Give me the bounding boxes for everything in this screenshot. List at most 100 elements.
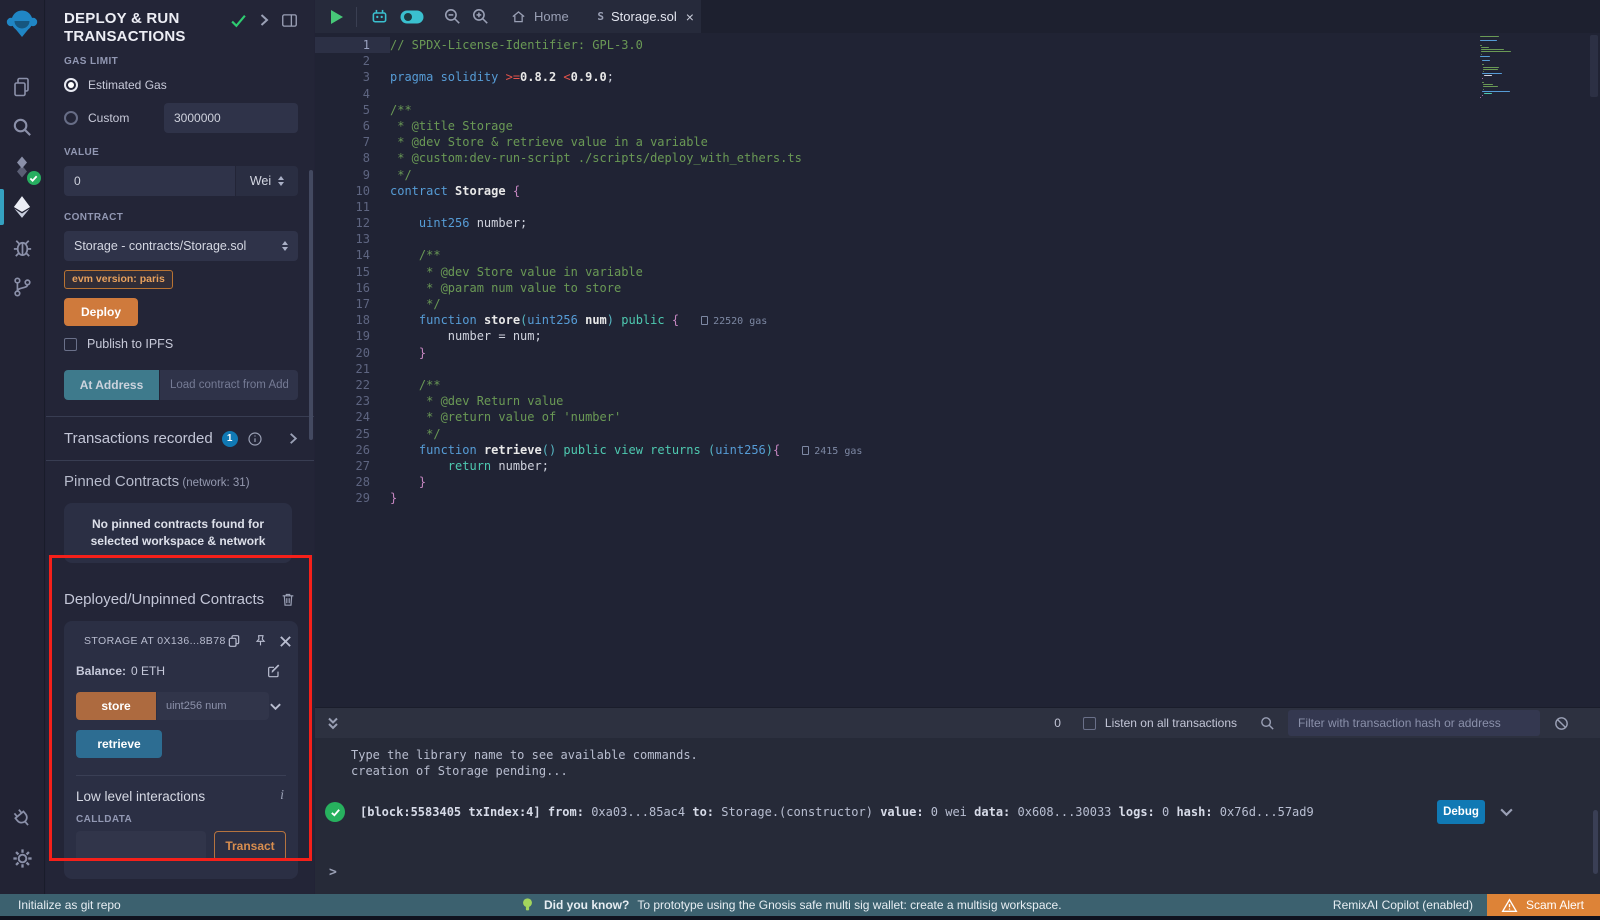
value-label: VALUE [64, 147, 298, 158]
code-line[interactable]: // SPDX-License-Identifier: GPL-3.0 [390, 37, 1600, 53]
sidebar-item-debugger[interactable] [0, 227, 45, 267]
at-address-input[interactable] [160, 370, 298, 400]
sidebar-item-git[interactable] [0, 267, 45, 307]
home-tab-button[interactable]: Home [510, 9, 569, 25]
at-address-button[interactable]: At Address [64, 370, 159, 400]
low-level-info-icon[interactable]: i [280, 788, 286, 804]
sidebar-item-deploy-run[interactable] [0, 187, 45, 227]
code-line[interactable] [390, 231, 1600, 247]
tx-expand-icon[interactable] [1499, 807, 1514, 817]
contract-select[interactable]: Storage - contracts/Storage.sol [64, 231, 298, 261]
estimated-gas-option[interactable]: Estimated Gas [64, 75, 298, 95]
editor-minimap[interactable] [1480, 36, 1536, 99]
code-line[interactable]: * @dev Store value in variable [390, 264, 1600, 280]
estimated-gas-radio[interactable] [64, 78, 78, 92]
code-line[interactable]: /** [390, 377, 1600, 393]
minimap-line [1481, 47, 1490, 48]
expand-terminal-icon[interactable] [325, 715, 341, 732]
code-line[interactable]: * @dev Return value [390, 393, 1600, 409]
terminal-prompt[interactable]: > [329, 865, 337, 880]
transactions-recorded-row[interactable]: Transactions recorded 1 [46, 417, 314, 460]
tab-close-icon[interactable]: × [686, 9, 694, 25]
calldata-input[interactable] [76, 831, 206, 861]
ai-copilot-robot-icon[interactable] [369, 6, 390, 27]
zoom-in-icon[interactable] [471, 7, 490, 26]
code-line[interactable]: contract Storage { [390, 183, 1600, 199]
run-script-play-button[interactable] [331, 10, 343, 24]
custom-gas-radio[interactable] [64, 111, 78, 125]
code-line[interactable]: * @custom:dev-run-script ./scripts/deplo… [390, 150, 1600, 166]
retrieve-function-button[interactable]: retrieve [76, 730, 162, 758]
sidebar-item-search[interactable] [0, 107, 45, 147]
code-line[interactable]: pragma solidity >=0.8.2 <0.9.0; [390, 69, 1600, 85]
copilot-toggle[interactable] [399, 8, 425, 26]
code-line[interactable]: return number; [390, 458, 1600, 474]
code-line[interactable]: uint256 number; [390, 215, 1600, 231]
clear-console-icon[interactable] [1553, 715, 1570, 732]
minimap-line [1482, 64, 1484, 65]
trash-icon[interactable] [280, 591, 296, 608]
copy-icon[interactable] [226, 633, 242, 649]
panel-scrollbar[interactable] [309, 170, 313, 440]
git-init-status[interactable]: Initialize as git repo [18, 898, 121, 912]
code-line[interactable]: /** [390, 247, 1600, 263]
code-lines[interactable]: // SPDX-License-Identifier: GPL-3.0 pragm… [390, 37, 1600, 707]
code-line[interactable] [390, 86, 1600, 102]
store-function-button[interactable]: store [76, 692, 156, 720]
code-line[interactable]: function store(uint256 num) public {2252… [390, 312, 1600, 328]
code-line[interactable] [390, 361, 1600, 377]
code-line[interactable]: * @title Storage [390, 118, 1600, 134]
code-line[interactable]: */ [390, 426, 1600, 442]
transaction-log-row[interactable]: [block:5583405 txIndex:4] from: 0xa03...… [315, 800, 1600, 824]
edit-icon[interactable] [266, 663, 282, 679]
code-line[interactable]: } [390, 490, 1600, 506]
value-input[interactable] [64, 166, 235, 196]
editor-scrollbar[interactable] [1590, 35, 1598, 97]
code-line[interactable]: */ [390, 296, 1600, 312]
minimap-line [1480, 40, 1497, 41]
calldata-label: CALLDATA [76, 814, 286, 825]
remix-logo-icon[interactable] [6, 8, 38, 45]
sidebar-item-file-explorer[interactable] [0, 67, 45, 107]
sidebar-item-settings[interactable] [0, 838, 45, 878]
code-line[interactable]: number = num; [390, 328, 1600, 344]
code-line[interactable] [390, 53, 1600, 69]
sidebar-item-plugin-manager[interactable] [0, 798, 45, 838]
custom-gas-input[interactable] [164, 103, 298, 133]
copilot-status[interactable]: RemixAI Copilot (enabled) [1333, 898, 1473, 912]
code-line[interactable] [390, 199, 1600, 215]
panel-forward-icon[interactable] [258, 13, 270, 27]
line-number: 18 [315, 312, 390, 328]
chevron-right-icon[interactable] [288, 432, 298, 445]
code-line[interactable]: * @return value of 'number' [390, 409, 1600, 425]
low-level-title: Low level interactions [76, 789, 205, 804]
terminal-output[interactable]: Type the library name to see available c… [315, 738, 1600, 896]
panel-check-icon [230, 13, 247, 28]
code-line[interactable]: * @param num value to store [390, 280, 1600, 296]
close-icon[interactable] [279, 635, 292, 648]
pin-panel-icon[interactable] [281, 13, 298, 28]
info-icon[interactable] [247, 431, 263, 447]
scam-alert-button[interactable]: Scam Alert [1487, 894, 1600, 916]
transact-button[interactable]: Transact [214, 831, 286, 861]
listen-all-checkbox[interactable] [1083, 717, 1096, 730]
deploy-button[interactable]: Deploy [64, 298, 138, 326]
publish-ipfs-checkbox[interactable] [64, 338, 77, 351]
store-args-input[interactable] [157, 692, 269, 720]
value-unit-select[interactable]: Wei [236, 166, 298, 196]
pin-icon[interactable] [253, 633, 268, 649]
zoom-out-icon[interactable] [443, 7, 462, 26]
expand-args-icon[interactable] [269, 702, 282, 711]
debug-button[interactable]: Debug [1437, 800, 1485, 824]
code-line[interactable]: } [390, 474, 1600, 490]
code-line[interactable]: * @dev Store & retrieve value in a varia… [390, 134, 1600, 150]
code-line[interactable]: } [390, 345, 1600, 361]
code-line[interactable]: function retrieve() public view returns … [390, 442, 1600, 458]
transaction-filter-input[interactable] [1288, 710, 1540, 736]
code-line[interactable]: */ [390, 167, 1600, 183]
tab-storage-sol[interactable]: S Storage.sol × [591, 0, 701, 33]
sidebar-item-solidity-compiler[interactable] [0, 147, 45, 187]
terminal-scrollbar[interactable] [1593, 810, 1598, 874]
search-icon [11, 116, 34, 139]
code-line[interactable]: /** [390, 102, 1600, 118]
